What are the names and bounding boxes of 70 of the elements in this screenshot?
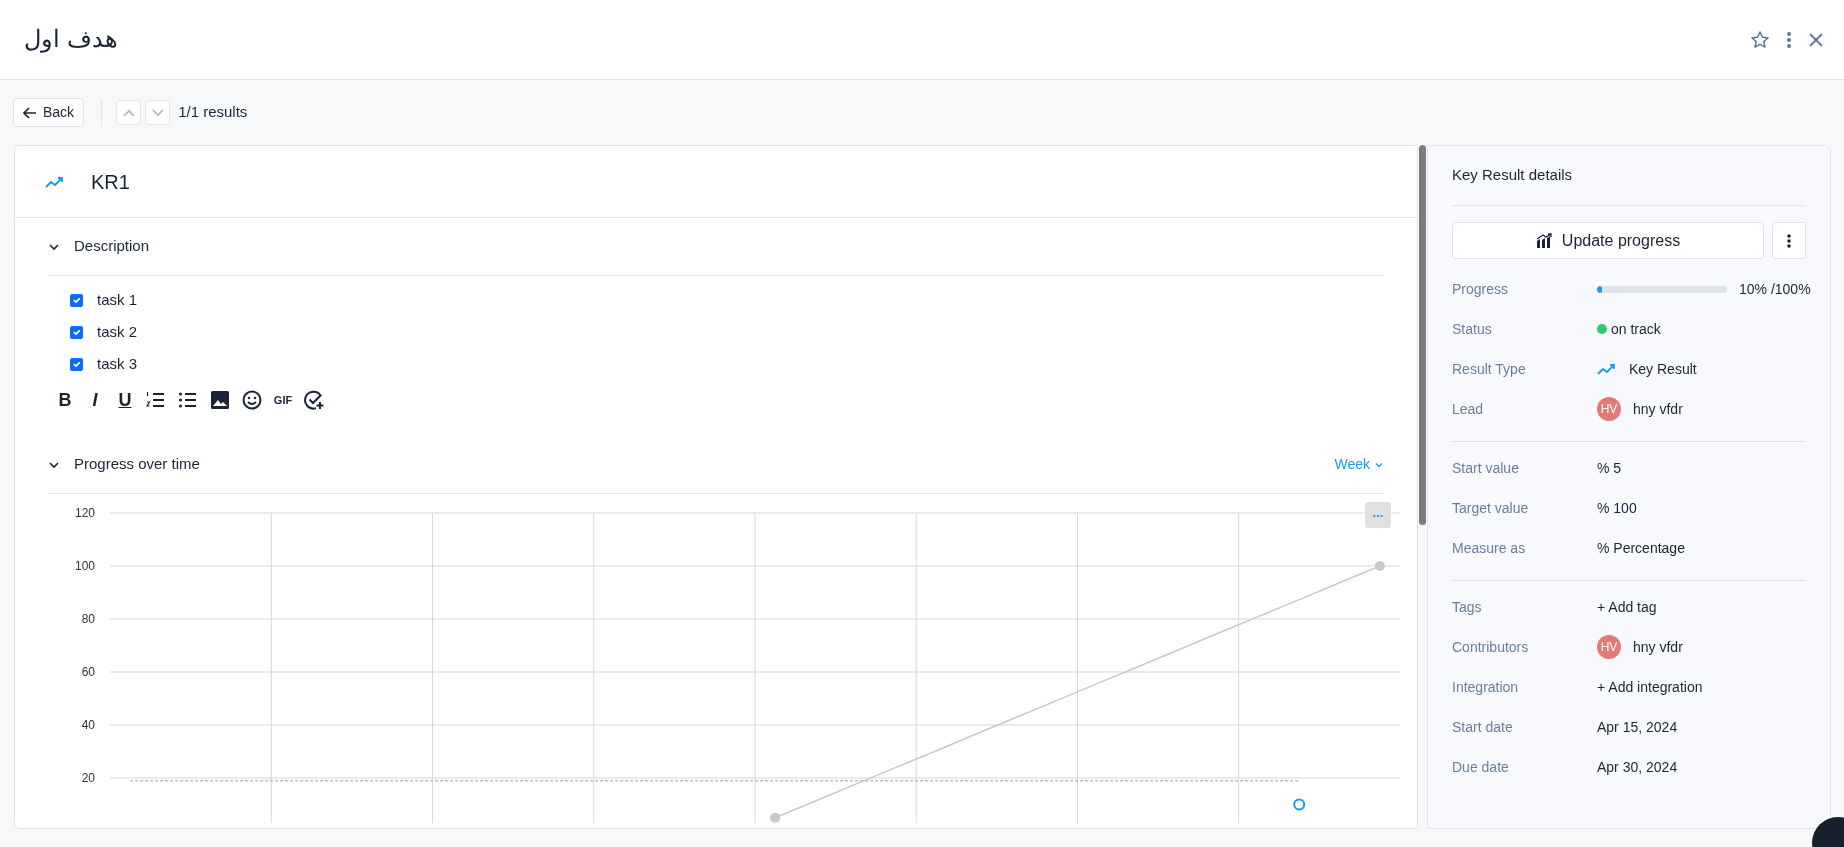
- star-icon[interactable]: [1750, 29, 1770, 50]
- field-label: Progress: [1452, 279, 1510, 299]
- gif-button[interactable]: GIF: [272, 394, 294, 406]
- axis-label: 60: [81, 665, 95, 679]
- bar-chart-icon: [1535, 232, 1552, 249]
- more-icon[interactable]: [1786, 30, 1792, 49]
- data-point: [1374, 561, 1385, 571]
- progress-reading: 10% /100%: [1739, 279, 1811, 299]
- field-label: Lead: [1452, 399, 1485, 419]
- axis-label: 100: [75, 559, 95, 573]
- avatar: HV: [1597, 635, 1621, 659]
- axis-label: 120: [75, 506, 95, 520]
- task-text: task 1: [97, 289, 138, 310]
- bold-button[interactable]: B: [54, 391, 76, 409]
- data-point: [1293, 798, 1306, 811]
- axis-label: 40: [81, 718, 95, 732]
- field-label: Measure as: [1452, 538, 1527, 558]
- status-value: on track: [1611, 319, 1661, 339]
- chevron-up-icon: [121, 107, 136, 118]
- more-icon: [1786, 232, 1792, 249]
- section-heading: Progress over time: [74, 454, 201, 475]
- smiley-icon[interactable]: [242, 390, 262, 410]
- task-text: task 3: [97, 353, 138, 374]
- window-title: هدف اول: [24, 25, 118, 54]
- task-text: task 2: [97, 321, 138, 342]
- scrollbar[interactable]: [1419, 145, 1426, 525]
- add-link[interactable]: + Add tag: [1597, 596, 1657, 618]
- field-value: % 100: [1597, 498, 1637, 518]
- bullet-list-icon[interactable]: [178, 390, 198, 410]
- trend-up-icon: [1597, 363, 1617, 375]
- close-icon[interactable]: [1808, 31, 1824, 48]
- field-value: % Percentage: [1597, 538, 1685, 558]
- checkbox[interactable]: [70, 293, 83, 307]
- axis-label: 20: [81, 771, 95, 785]
- person-name[interactable]: hny vfdr: [1633, 636, 1683, 658]
- numbered-list-icon[interactable]: [146, 390, 166, 410]
- arrow-left-icon: [23, 106, 37, 119]
- axis-label: 80: [81, 612, 95, 626]
- trend-up-icon: [45, 175, 65, 188]
- panel-title: Key Result details: [1452, 146, 1806, 206]
- section-heading: Description: [74, 236, 150, 257]
- field-label: Result Type: [1452, 359, 1527, 379]
- field-label: Start date: [1452, 717, 1514, 737]
- add-task-icon[interactable]: [304, 390, 324, 410]
- data-point: [770, 812, 781, 823]
- field-label: Status: [1452, 319, 1493, 339]
- field-label: Tags: [1452, 597, 1483, 617]
- field-label: Start value: [1452, 458, 1520, 478]
- checkbox[interactable]: [70, 325, 83, 339]
- person-name[interactable]: hny vfdr: [1633, 398, 1683, 420]
- back-button[interactable]: Back: [13, 98, 85, 127]
- chevron-down-icon: [150, 107, 165, 118]
- avatar: HV: [1597, 397, 1621, 421]
- field-value: % 5: [1597, 458, 1622, 478]
- underline-button[interactable]: U: [114, 391, 136, 409]
- field-value: Apr 15, 2024: [1597, 717, 1678, 737]
- checkbox[interactable]: [70, 357, 83, 371]
- add-link[interactable]: + Add integration: [1597, 676, 1703, 698]
- field-label: Target value: [1452, 498, 1530, 518]
- image-icon[interactable]: [210, 390, 230, 410]
- more-button[interactable]: [1772, 222, 1806, 259]
- field-label: Integration: [1452, 677, 1520, 697]
- results-count: 1/1 results: [178, 102, 248, 123]
- field-label: Due date: [1452, 757, 1510, 777]
- italic-button[interactable]: I: [84, 391, 106, 409]
- field-value: Apr 30, 2024: [1597, 757, 1678, 777]
- field-label: Contributors: [1452, 637, 1530, 657]
- update-progress-button[interactable]: Update progress: [1452, 222, 1764, 259]
- field-value: Key Result: [1629, 359, 1697, 379]
- key-result-title: KR1: [91, 169, 130, 195]
